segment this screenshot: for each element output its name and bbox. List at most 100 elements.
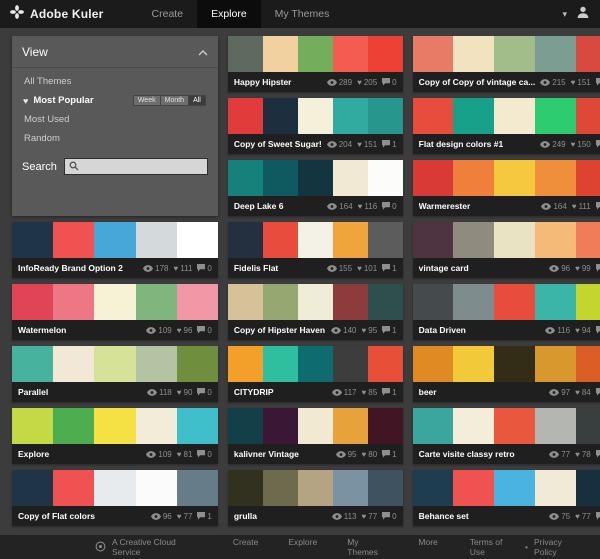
theme-card[interactable]: Watermelon 109 ♥ 96 0 [12, 284, 218, 340]
color-swatch[interactable] [494, 222, 535, 258]
color-swatch[interactable] [367, 346, 403, 382]
filter-most-used[interactable]: Most Used [12, 110, 218, 129]
color-swatch[interactable] [494, 408, 535, 444]
color-swatch[interactable] [453, 284, 495, 320]
theme-card[interactable]: vintage card 96 ♥99 0 [412, 222, 600, 278]
color-swatch[interactable] [534, 470, 576, 506]
theme-card[interactable]: beer 97 ♥84 0 [412, 346, 600, 402]
color-swatch[interactable] [262, 346, 298, 382]
color-swatch[interactable] [227, 36, 263, 72]
color-swatch[interactable] [227, 408, 263, 444]
color-swatch[interactable] [53, 346, 95, 382]
color-swatch[interactable] [135, 470, 177, 506]
color-swatch[interactable] [262, 36, 298, 72]
color-swatch[interactable] [412, 160, 454, 196]
color-swatch[interactable] [367, 222, 403, 258]
likes-stat[interactable]: ♥ 101 [357, 264, 377, 273]
likes-stat[interactable]: ♥ 80 [362, 450, 378, 459]
color-swatch[interactable] [227, 470, 263, 506]
color-swatch[interactable] [12, 408, 54, 444]
color-swatch[interactable] [367, 470, 403, 506]
likes-stat[interactable]: ♥ 78 [575, 450, 591, 459]
color-swatch[interactable] [53, 470, 95, 506]
color-swatch[interactable] [332, 98, 368, 134]
search-box[interactable] [63, 158, 208, 175]
footer-link-create[interactable]: Create [233, 537, 259, 557]
color-swatch[interactable] [12, 284, 54, 320]
color-swatch[interactable] [53, 222, 95, 258]
likes-stat[interactable]: ♥ 77 [177, 512, 193, 521]
color-swatch[interactable] [332, 36, 368, 72]
nav-explore[interactable]: Explore [197, 0, 261, 28]
color-swatch[interactable] [453, 346, 495, 382]
likes-stat[interactable]: ♥ 95 [362, 326, 378, 335]
theme-card[interactable]: Deep Lake 6 164 ♥ 116 0 [227, 160, 403, 216]
color-swatch[interactable] [94, 222, 136, 258]
color-swatch[interactable] [575, 36, 600, 72]
footer-link-my-themes[interactable]: My Themes [347, 537, 388, 557]
color-swatch[interactable] [53, 284, 95, 320]
brand[interactable]: Adobe Kuler [10, 4, 104, 24]
color-swatch[interactable] [575, 160, 600, 196]
color-swatch[interactable] [227, 160, 263, 196]
color-swatch[interactable] [412, 284, 454, 320]
color-swatch[interactable] [176, 284, 218, 320]
color-swatch[interactable] [367, 408, 403, 444]
terms-link[interactable]: Terms of Use [470, 537, 519, 557]
theme-card[interactable]: grulla 113 ♥ 77 0 [227, 470, 403, 526]
footer-link-explore[interactable]: Explore [288, 537, 317, 557]
footer-link-more[interactable]: More [418, 537, 437, 557]
likes-stat[interactable]: ♥ 77 [362, 512, 378, 521]
color-swatch[interactable] [262, 98, 298, 134]
color-swatch[interactable] [297, 470, 333, 506]
theme-card[interactable]: Copy of Hipster Haven 140 ♥ 95 1 [227, 284, 403, 340]
color-swatch[interactable] [227, 284, 263, 320]
color-swatch[interactable] [412, 222, 454, 258]
time-filter-week[interactable]: Week [132, 95, 160, 106]
theme-card[interactable]: Happy Hipster 289 ♥ 205 0 [227, 36, 403, 92]
color-swatch[interactable] [367, 284, 403, 320]
color-swatch[interactable] [94, 284, 136, 320]
likes-stat[interactable]: ♥ 90 [177, 388, 193, 397]
color-swatch[interactable] [412, 346, 454, 382]
color-swatch[interactable] [12, 222, 54, 258]
color-swatch[interactable] [297, 284, 333, 320]
color-swatch[interactable] [135, 284, 177, 320]
color-swatch[interactable] [534, 284, 576, 320]
color-swatch[interactable] [297, 346, 333, 382]
theme-card[interactable]: kalivner Vintage 95 ♥ 80 1 [227, 408, 403, 464]
likes-stat[interactable]: ♥ 111 [572, 202, 591, 211]
color-swatch[interactable] [53, 408, 95, 444]
color-swatch[interactable] [367, 36, 403, 72]
color-swatch[interactable] [453, 160, 495, 196]
theme-card[interactable]: Copy of Flat colors 96 ♥ 77 1 [12, 470, 218, 526]
time-filter-all[interactable]: All [188, 95, 206, 106]
filter-all-themes[interactable]: All Themes [12, 72, 218, 91]
nav-my-themes[interactable]: My Themes [261, 0, 344, 28]
likes-stat[interactable]: ♥ 85 [362, 388, 378, 397]
likes-stat[interactable]: ♥ 96 [177, 326, 193, 335]
color-swatch[interactable] [332, 222, 368, 258]
color-swatch[interactable] [453, 222, 495, 258]
theme-card[interactable]: InfoReady Brand Option 2 178 ♥ 111 0 [12, 222, 218, 278]
color-swatch[interactable] [176, 408, 218, 444]
theme-card[interactable]: Warmerester 164 ♥111 0 [412, 160, 600, 216]
color-swatch[interactable] [575, 470, 600, 506]
color-swatch[interactable] [534, 408, 576, 444]
color-swatch[interactable] [453, 408, 495, 444]
likes-stat[interactable]: ♥ 81 [177, 450, 193, 459]
likes-stat[interactable]: ♥ 94 [575, 326, 591, 335]
color-swatch[interactable] [534, 222, 576, 258]
theme-card[interactable]: Fidelis Flat 155 ♥ 101 1 [227, 222, 403, 278]
color-swatch[interactable] [227, 98, 263, 134]
likes-stat[interactable]: ♥ 151 [571, 78, 591, 87]
color-swatch[interactable] [94, 470, 136, 506]
likes-stat[interactable]: ♥ 205 [357, 78, 377, 87]
color-swatch[interactable] [332, 408, 368, 444]
color-swatch[interactable] [534, 160, 576, 196]
user-icon[interactable] [576, 5, 590, 24]
likes-stat[interactable]: ♥ 150 [571, 140, 591, 149]
theme-card[interactable]: Flat design colors #1 249 ♥150 1 [412, 98, 600, 154]
color-swatch[interactable] [367, 98, 403, 134]
color-swatch[interactable] [135, 346, 177, 382]
